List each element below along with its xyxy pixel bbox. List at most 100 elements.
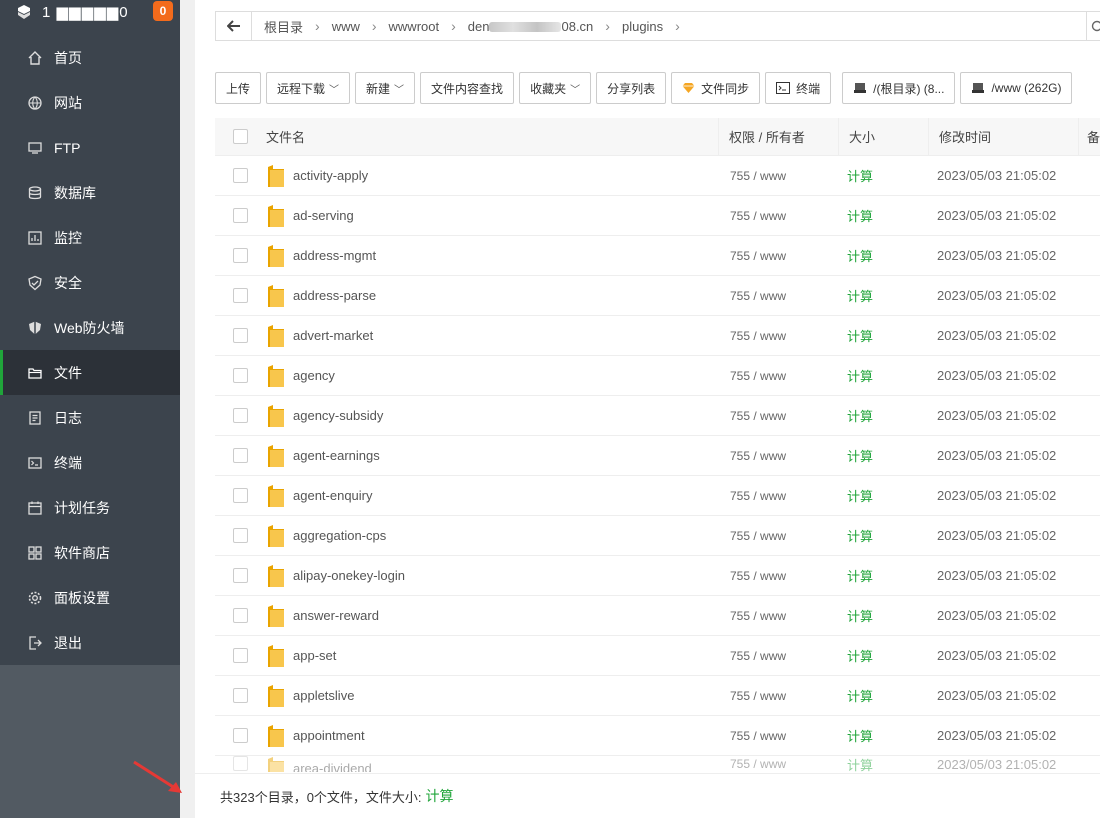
file-name[interactable]: app-set [293,648,336,663]
file-permission[interactable]: 755 / www [718,396,838,435]
file-permission[interactable]: 755 / www [718,716,838,755]
file-name[interactable]: answer-reward [293,608,379,623]
path-search-button[interactable] [1086,12,1100,40]
file-name[interactable]: area-dividend [293,761,372,773]
row-checkbox[interactable] [232,328,248,343]
file-permission[interactable]: 755 / www [718,156,838,195]
calc-size-link[interactable]: 计算 [847,756,873,773]
table-row[interactable]: address-parse 755 / www 计算 2023/05/03 21:05… [215,276,1100,316]
row-checkbox[interactable] [232,648,248,663]
table-row[interactable]: address-mgmt 755 / www 计算 2023/05/03 21:05:… [215,236,1100,276]
sidebar-item-7[interactable]: 文件 [0,350,180,395]
row-checkbox[interactable] [232,288,248,303]
file-name[interactable]: agency-subsidy [293,408,383,423]
row-checkbox[interactable] [232,608,248,623]
sidebar-item-8[interactable]: 日志 [0,395,180,440]
sidebar-item-11[interactable]: 软件商店 [0,530,180,575]
sidebar-item-4[interactable]: 监控 [0,215,180,260]
file-sync-button[interactable]: 文件同步 [671,72,761,104]
sidebar-item-0[interactable]: 首页 [0,35,180,80]
disk-www-button[interactable]: /www (262G) [960,72,1073,104]
row-checkbox[interactable] [232,528,248,543]
select-all-checkbox[interactable] [232,129,248,144]
file-name[interactable]: address-parse [293,288,376,303]
header-time[interactable]: 修改时间 [928,118,1078,155]
file-permission[interactable]: 755 / www [718,196,838,235]
calc-size-link[interactable]: 计算 [847,526,873,545]
file-permission[interactable]: 755 / www [718,676,838,715]
file-permission[interactable]: 755 / www [718,636,838,675]
sidebar-item-6[interactable]: Web防火墙 [0,305,180,350]
file-permission[interactable]: 755 / www [718,316,838,355]
back-button[interactable] [216,12,252,40]
calc-size-link[interactable]: 计算 [847,686,873,705]
calc-size-link[interactable]: 计算 [847,286,873,305]
file-permission[interactable]: 755 / www [718,596,838,635]
row-checkbox[interactable] [232,248,248,263]
sidebar-item-5[interactable]: 安全 [0,260,180,305]
favorites-button[interactable]: 收藏夹 ﹀ [519,72,592,104]
file-name[interactable]: agent-earnings [293,448,380,463]
table-row[interactable]: appointment 755 / www 计算 2023/05/03 21:05:0… [215,716,1100,756]
row-checkbox[interactable] [232,728,248,743]
message-count-badge[interactable]: 0 [153,1,173,21]
row-checkbox[interactable] [232,208,248,223]
sidebar-item-1[interactable]: 网站 [0,80,180,125]
calc-size-link[interactable]: 计算 [847,326,873,345]
file-name[interactable]: alipay-onekey-login [293,568,405,583]
file-name[interactable]: address-mgmt [293,248,376,263]
table-row[interactable]: appletslive 755 / www 计算 2023/05/03 21:05:0… [215,676,1100,716]
file-name[interactable]: activity-apply [293,168,368,183]
row-checkbox[interactable] [232,488,248,503]
breadcrumb-item-wwwroot[interactable]: wwwroot [385,19,444,34]
file-name[interactable]: ad-serving [293,208,354,223]
table-row[interactable]: agency 755 / www 计算 2023/05/03 21:05:02 [215,356,1100,396]
sidebar-item-13[interactable]: 退出 [0,620,180,665]
calc-size-link[interactable]: 计算 [847,646,873,665]
calc-total-size-link[interactable]: 计算 [426,786,454,806]
remote-download-button[interactable]: 远程下载 ﹀ [266,72,351,104]
table-row[interactable]: activity-apply 755 / www 计算 2023/05/03 21:0… [215,156,1100,196]
sidebar-item-2[interactable]: FTP [0,125,180,170]
breadcrumb-item-root[interactable]: 根目录 [260,17,307,36]
row-checkbox[interactable] [232,756,248,771]
disk-root-button[interactable]: /(根目录) (8... [842,72,956,104]
table-row[interactable]: area-dividend 755 / www 计算 2023/05/03 21:05… [215,756,1100,772]
file-permission[interactable]: 755 / www [718,276,838,315]
calc-size-link[interactable]: 计算 [847,726,873,745]
breadcrumb-item-plugins[interactable]: plugins [618,19,667,34]
calc-size-link[interactable]: 计算 [847,406,873,425]
table-row[interactable]: aggregation-cps 755 / www 计算 2023/05/03 21:… [215,516,1100,556]
file-permission[interactable]: 755 / www [718,236,838,275]
calc-size-link[interactable]: 计算 [847,446,873,465]
table-row[interactable]: agency-subsidy 755 / www 计算 2023/05/03 21:0… [215,396,1100,436]
file-permission[interactable]: 755 / www [718,436,838,475]
table-row[interactable]: ad-serving 755 / www 计算 2023/05/03 21:05:02 [215,196,1100,236]
header-name[interactable]: 文件名 [265,127,718,146]
calc-size-link[interactable]: 计算 [847,486,873,505]
sidebar-item-10[interactable]: 计划任务 [0,485,180,530]
table-row[interactable]: advert-market 755 / www 计算 2023/05/03 21:05… [215,316,1100,356]
file-name[interactable]: advert-market [293,328,373,343]
file-permission[interactable]: 755 / www [718,516,838,555]
terminal-button[interactable]: 终端 [765,72,832,104]
row-checkbox[interactable] [232,408,248,423]
breadcrumb-item-www[interactable]: www [328,19,364,34]
file-name[interactable]: appletslive [293,688,354,703]
calc-size-link[interactable]: 计算 [847,606,873,625]
table-row[interactable]: app-set 755 / www 计算 2023/05/03 21:05:02 [215,636,1100,676]
file-name[interactable]: agent-enquiry [293,488,373,503]
calc-size-link[interactable]: 计算 [847,366,873,385]
row-checkbox[interactable] [232,688,248,703]
row-checkbox[interactable] [232,168,248,183]
table-row[interactable]: alipay-onekey-login 755 / www 计算 2023/05/03… [215,556,1100,596]
file-name[interactable]: aggregation-cps [293,528,386,543]
new-button[interactable]: 新建 ﹀ [355,72,416,104]
row-checkbox[interactable] [232,448,248,463]
table-row[interactable]: agent-earnings 755 / www 计算 2023/05/03 21:0… [215,436,1100,476]
calc-size-link[interactable]: 计算 [847,246,873,265]
header-perm[interactable]: 权限 / 所有者 [718,118,838,155]
file-name[interactable]: agency [293,368,335,383]
sidebar-item-3[interactable]: 数据库 [0,170,180,215]
file-permission[interactable]: 755 / www [718,756,838,772]
